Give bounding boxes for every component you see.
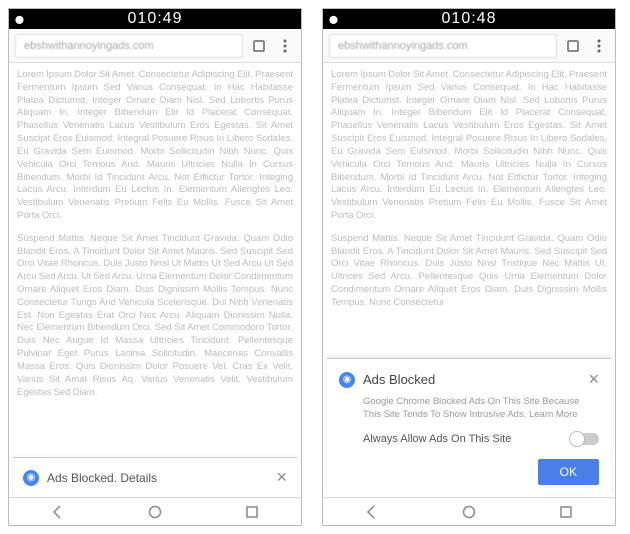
sheet-actions: OK — [339, 459, 599, 485]
chrome-icon: ◉ — [23, 470, 39, 486]
chrome-icon: ◉ — [339, 372, 355, 388]
ads-blocked-sheet: ◉ Ads Blocked × Google Chrome Blocked Ad… — [327, 358, 611, 497]
sheet-description: Google Chrome Blocked Ads On This Site B… — [363, 396, 599, 421]
recents-icon[interactable] — [244, 504, 260, 520]
ads-blocked-snackbar[interactable]: ◉ Ads Blocked. Details × — [13, 457, 297, 497]
status-icons: ⬤ — [15, 15, 25, 24]
close-icon[interactable]: × — [276, 467, 287, 488]
nav-bar — [9, 497, 301, 525]
allow-ads-toggle[interactable] — [571, 433, 599, 445]
tab-switcher-icon[interactable] — [249, 36, 269, 56]
toggle-row: Always Allow Ads On This Site — [363, 433, 599, 445]
status-bar: ⬤ 010:49 — [9, 9, 301, 29]
url-field[interactable]: ebshwithannoyingads.com — [15, 34, 243, 58]
nav-bar — [323, 497, 615, 525]
menu-icon[interactable] — [275, 36, 295, 56]
back-icon[interactable] — [50, 504, 66, 520]
ok-button[interactable]: OK — [538, 459, 599, 485]
paragraph: Suspend Mattis. Neque Sit Amet Tincidunt… — [331, 233, 607, 310]
omnibox: ebshwithannoyingads.com — [9, 29, 301, 63]
paragraph: Suspend Mattis. Neque Sit Amet Tincidunt… — [17, 233, 293, 400]
phone-left: ⬤ 010:49 ebshwithannoyingads.com Lorem I… — [8, 8, 302, 526]
home-icon[interactable] — [461, 504, 477, 520]
back-icon[interactable] — [364, 504, 380, 520]
toggle-label: Always Allow Ads On This Site — [363, 433, 571, 445]
close-icon[interactable]: × — [588, 369, 599, 390]
recents-icon[interactable] — [558, 504, 574, 520]
phone-right: ⬤ 010:48 ebshwithannoyingads.com Lorem I… — [322, 8, 616, 526]
omnibox: ebshwithannoyingads.com — [323, 29, 615, 63]
sheet-title: Ads Blocked — [363, 372, 588, 387]
menu-icon[interactable] — [589, 36, 609, 56]
tab-switcher-icon[interactable] — [563, 36, 583, 56]
url-text: ebshwithannoyingads.com — [338, 40, 468, 52]
paragraph: Lorem Ipsum Dolor Sit Amet. Consectetur … — [331, 69, 607, 223]
clock: 010:48 — [442, 10, 497, 28]
clock: 010:49 — [128, 10, 183, 28]
paragraph: Lorem Ipsum Dolor Sit Amet. Consectetur … — [17, 69, 293, 223]
home-icon[interactable] — [147, 504, 163, 520]
page-content: Lorem Ipsum Dolor Sit Amet. Consectetur … — [9, 63, 301, 497]
snackbar-text: Ads Blocked. Details — [47, 471, 276, 485]
sheet-header: ◉ Ads Blocked × — [339, 369, 599, 390]
url-field[interactable]: ebshwithannoyingads.com — [329, 34, 557, 58]
url-text: ebshwithannoyingads.com — [24, 40, 154, 52]
status-icons: ⬤ — [329, 15, 339, 24]
status-bar: ⬤ 010:48 — [323, 9, 615, 29]
